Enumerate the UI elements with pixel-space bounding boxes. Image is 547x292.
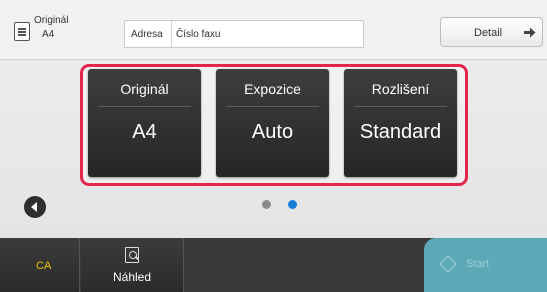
tile-value: Standard bbox=[359, 121, 442, 143]
tile-value: Auto bbox=[251, 121, 294, 143]
start-icon bbox=[439, 255, 457, 273]
resolution-tile[interactable]: Rozlišení Standard bbox=[344, 69, 457, 177]
tile-divider bbox=[98, 106, 191, 107]
preview-button[interactable]: Náhled bbox=[81, 238, 184, 292]
original-document-icon[interactable] bbox=[14, 22, 30, 41]
tile-title: Rozlišení bbox=[371, 81, 430, 97]
tile-title: Originál bbox=[120, 81, 169, 97]
page-indicator-1[interactable] bbox=[262, 200, 271, 209]
ca-button[interactable]: CA bbox=[0, 238, 80, 292]
address-field[interactable]: Adresa Číslo faxu bbox=[124, 20, 364, 48]
page-indicator-2[interactable] bbox=[288, 200, 297, 209]
preview-icon bbox=[125, 247, 139, 263]
tile-divider bbox=[226, 106, 319, 107]
exposure-tile[interactable]: Expozice Auto bbox=[216, 69, 329, 177]
address-label[interactable]: Adresa bbox=[131, 29, 163, 40]
tile-value: A4 bbox=[132, 121, 157, 143]
fax-screen: Originál A4 Adresa Číslo faxu Detail Ori… bbox=[0, 0, 547, 292]
detail-label: Detail bbox=[474, 27, 503, 39]
fax-number-input[interactable]: Číslo faxu bbox=[176, 29, 356, 40]
preview-label: Náhled bbox=[112, 270, 152, 284]
arrow-right-icon bbox=[524, 27, 536, 38]
original-tile[interactable]: Originál A4 bbox=[88, 69, 201, 177]
top-bar: Originál A4 Adresa Číslo faxu Detail bbox=[0, 0, 547, 60]
ca-label: CA bbox=[36, 260, 52, 272]
original-size: A4 bbox=[42, 29, 55, 40]
address-divider bbox=[171, 21, 172, 47]
previous-page-button[interactable] bbox=[24, 196, 46, 218]
detail-button[interactable]: Detail bbox=[440, 17, 543, 47]
start-button[interactable]: Start bbox=[424, 238, 547, 292]
original-title: Originál bbox=[34, 15, 69, 26]
bottom-action-bar: CA Náhled Start bbox=[0, 238, 547, 292]
start-label: Start bbox=[466, 258, 490, 270]
tile-divider bbox=[354, 106, 447, 107]
tile-title: Expozice bbox=[244, 81, 301, 97]
